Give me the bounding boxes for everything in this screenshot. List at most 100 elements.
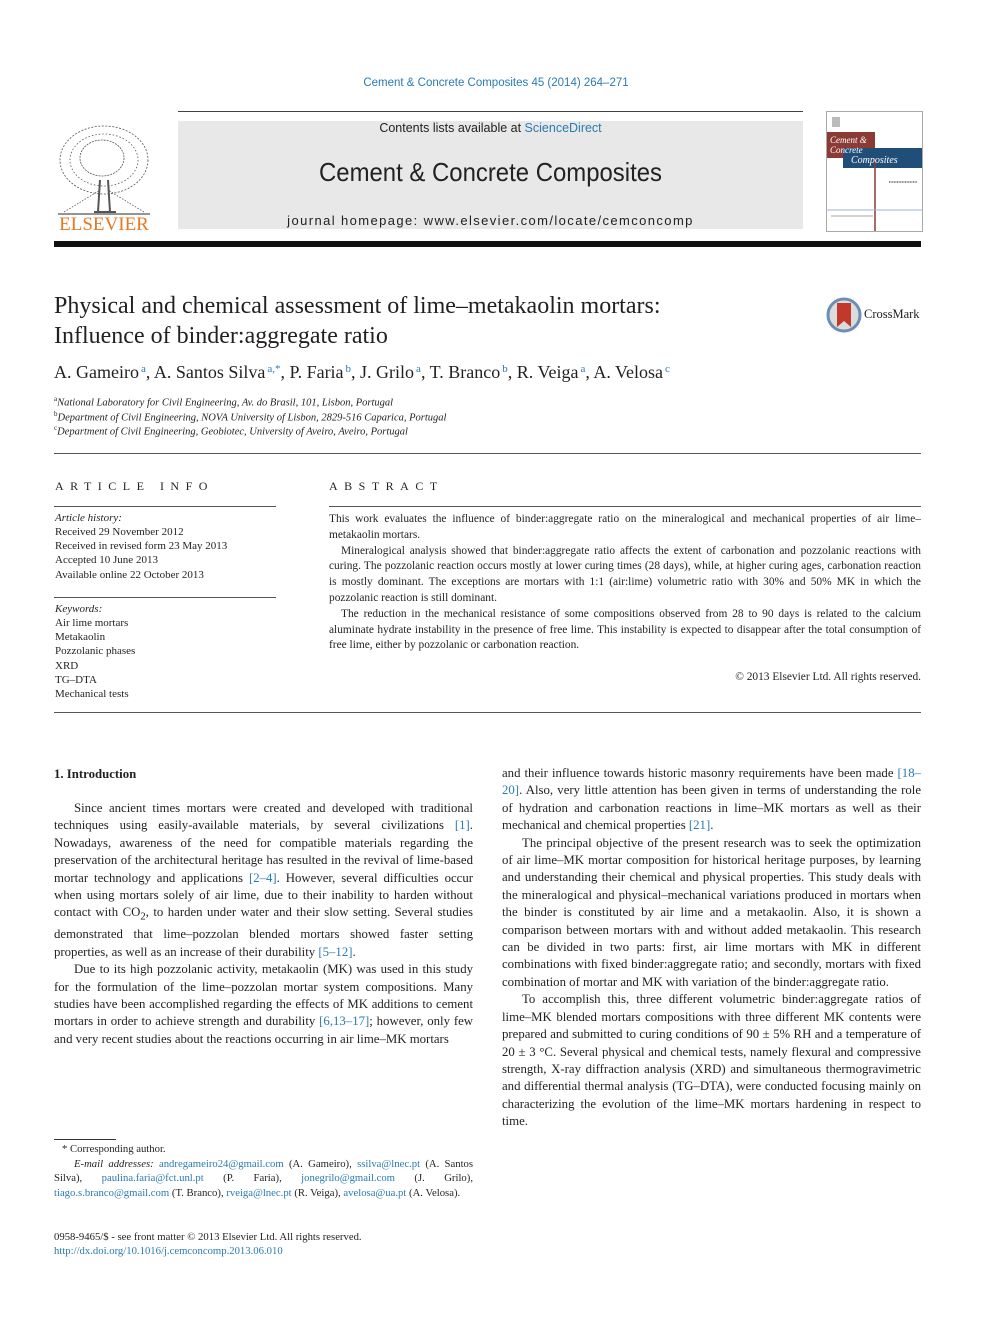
header-thick-rule [54,241,921,247]
email-label: E-mail addresses: [74,1157,154,1170]
email-link[interactable]: andregameiro24@gmail.com [159,1158,284,1170]
history-item: Available online 22 October 2013 [55,568,204,581]
history-item: Received 29 November 2012 [55,526,184,538]
author-affiliation-marker[interactable]: a [416,363,421,375]
citation-link[interactable]: [1] [455,818,470,832]
body-paragraph: To accomplish this, three different volu… [502,992,921,1129]
footnote-rule [54,1139,116,1140]
author-affiliation-marker[interactable]: a,* [267,363,280,375]
front-matter: 0958-9465/$ - see front matter © 2013 El… [54,1230,362,1259]
journal-homepage-link[interactable]: journal homepage: www.elsevier.com/locat… [178,213,803,228]
issn-line: 0958-9465/$ - see front matter © 2013 El… [54,1231,362,1243]
email-owner: (A. Velosa). [409,1186,461,1199]
citation-link[interactable]: [18–20] [502,766,921,797]
body-paragraph: and their influence towards historic mas… [502,766,921,833]
svg-text:Composites: Composites [851,155,898,166]
abstract-paragraph: The reduction in the mechanical resistan… [329,607,921,652]
corresponding-author-note: * Corresponding author. [62,1143,166,1155]
keyword-item: XRD [55,659,79,672]
elsevier-tree-icon: ELSEVIER [58,125,150,235]
elsevier-wordmark: ELSEVIER [59,214,149,232]
header-top-rule [178,111,803,112]
keyword-item: Air lime mortars [55,617,129,629]
sciencedirect-link[interactable]: ScienceDirect [525,121,602,135]
author-name[interactable]: P. Faria [290,362,344,382]
crossmark-label: CrossMark [864,307,920,321]
email-owner: (R. Veiga), [294,1186,341,1199]
journal-name: Cement & Concrete Composites [318,157,662,187]
abstract-body: This work evaluates the influence of bin… [329,512,921,654]
article-history-label: Article history: [55,512,122,524]
email-owner: (A. Gameiro), [288,1157,352,1170]
email-link[interactable]: ssilva@lnec.pt [357,1158,420,1170]
author-name[interactable]: A. Gameiro [54,362,139,382]
keywords-label: Keywords: [55,603,103,615]
abstract-paragraph: This work evaluates the influence of bin… [329,513,921,541]
affiliation-b: bDepartment of Civil Engineering, NOVA U… [54,410,447,424]
doi-link[interactable]: http://dx.doi.org/10.1016/j.cemconcomp.2… [54,1244,362,1258]
author-affiliation-marker[interactable]: b [502,363,508,375]
article-title: Physical and chemical assessment of lime… [54,291,774,351]
author-name[interactable]: T. Branco [430,362,501,382]
journal-header-band: Contents lists available at ScienceDirec… [178,121,803,229]
title-line-2: Influence of binder:aggregate ratio [54,323,388,349]
divider [54,453,921,454]
crossmark-button[interactable]: CrossMark [826,297,926,333]
svg-text:Cement &: Cement & [830,135,867,145]
email-link[interactable]: jonegrilo@gmail.com [301,1172,395,1184]
citation-link[interactable]: [2–4] [249,871,277,885]
author-name[interactable]: J. Grilo [360,362,414,382]
history-item: Accepted 10 June 2013 [55,554,158,567]
email-addresses: E-mail addresses: andregameiro24@gmail.c… [54,1157,473,1201]
divider [54,712,921,713]
abstract-paragraph: Mineralogical analysis showed that binde… [329,544,921,604]
keywords-list: Air lime mortars Metakaolin Pozzolanic pha… [55,616,135,701]
email-link[interactable]: rveiga@lnec.pt [226,1187,291,1199]
keyword-item: Mechanical tests [55,688,129,701]
body-column-right: and their influence towards historic mas… [502,765,921,1131]
journal-reference-link[interactable]: Cement & Concrete Composites 45 (2014) 2… [0,77,992,89]
divider [54,597,276,598]
body-paragraph: The principal objective of the present r… [502,835,921,989]
email-owner: (T. Branco), [171,1186,224,1199]
journal-cover-thumbnail[interactable]: Cement & Concrete Composites [826,111,923,232]
divider [329,506,921,507]
citation-link[interactable]: [21] [689,818,710,832]
email-owner: (P. Faria), [223,1172,282,1185]
email-owner: (J. Grilo), [414,1172,473,1185]
crossmark-icon [826,297,862,333]
history-item: Received in revised form 23 May 2013 [55,540,228,553]
email-link[interactable]: avelosa@ua.pt [343,1187,406,1199]
author-affiliation-marker[interactable]: c [665,363,670,375]
email-link[interactable]: tiago.s.branco@gmail.com [54,1187,169,1199]
citation-link[interactable]: [6,13–17] [319,1014,369,1028]
journal-cover-icon: Cement & Concrete Composites [827,117,922,231]
author-name[interactable]: A. Santos Silva [154,362,266,382]
author-list: A. Gameiro a, A. Santos Silva a,*, P. Fari… [54,362,670,382]
title-line-1: Physical and chemical assessment of lime… [54,293,661,319]
affiliation-a: aNational Laboratory for Civil Engineeri… [54,395,394,409]
article-info-heading: ARTICLE INFO [55,479,214,493]
email-link[interactable]: paulina.faria@fct.unl.pt [102,1172,204,1184]
body-paragraph: Due to its high pozzolanic activity, met… [54,962,473,1046]
abstract-copyright: © 2013 Elsevier Ltd. All rights reserved… [735,671,921,683]
author-affiliation-marker[interactable]: b [346,363,352,375]
keyword-item: Metakaolin [55,631,106,644]
author-affiliation-marker[interactable]: a [580,363,585,375]
contents-prefix: Contents lists available at [379,121,525,135]
abstract-heading: ABSTRACT [329,479,444,493]
elsevier-logo: ELSEVIER [54,120,154,235]
citation-link[interactable]: [5–12] [318,945,352,959]
subscript: 2 [140,911,146,923]
author-name[interactable]: R. Veiga [517,362,579,382]
body-column-left: Since ancient times mortars were created… [54,800,473,1048]
contents-line: Contents lists available at ScienceDirec… [178,121,803,135]
affiliation-c: cDepartment of Civil Engineering, Geobio… [54,424,408,438]
keyword-item: TG–DTA [55,673,97,686]
author-name[interactable]: A. Velosa [593,362,663,382]
article-history-list: Received 29 November 2012 Received in rev… [55,525,227,582]
keyword-item: Pozzolanic phases [55,645,136,658]
footnotes: * Corresponding author. E-mail addresses… [54,1142,473,1200]
section-heading: 1. Introduction [54,767,137,781]
author-affiliation-marker[interactable]: a [141,363,146,375]
